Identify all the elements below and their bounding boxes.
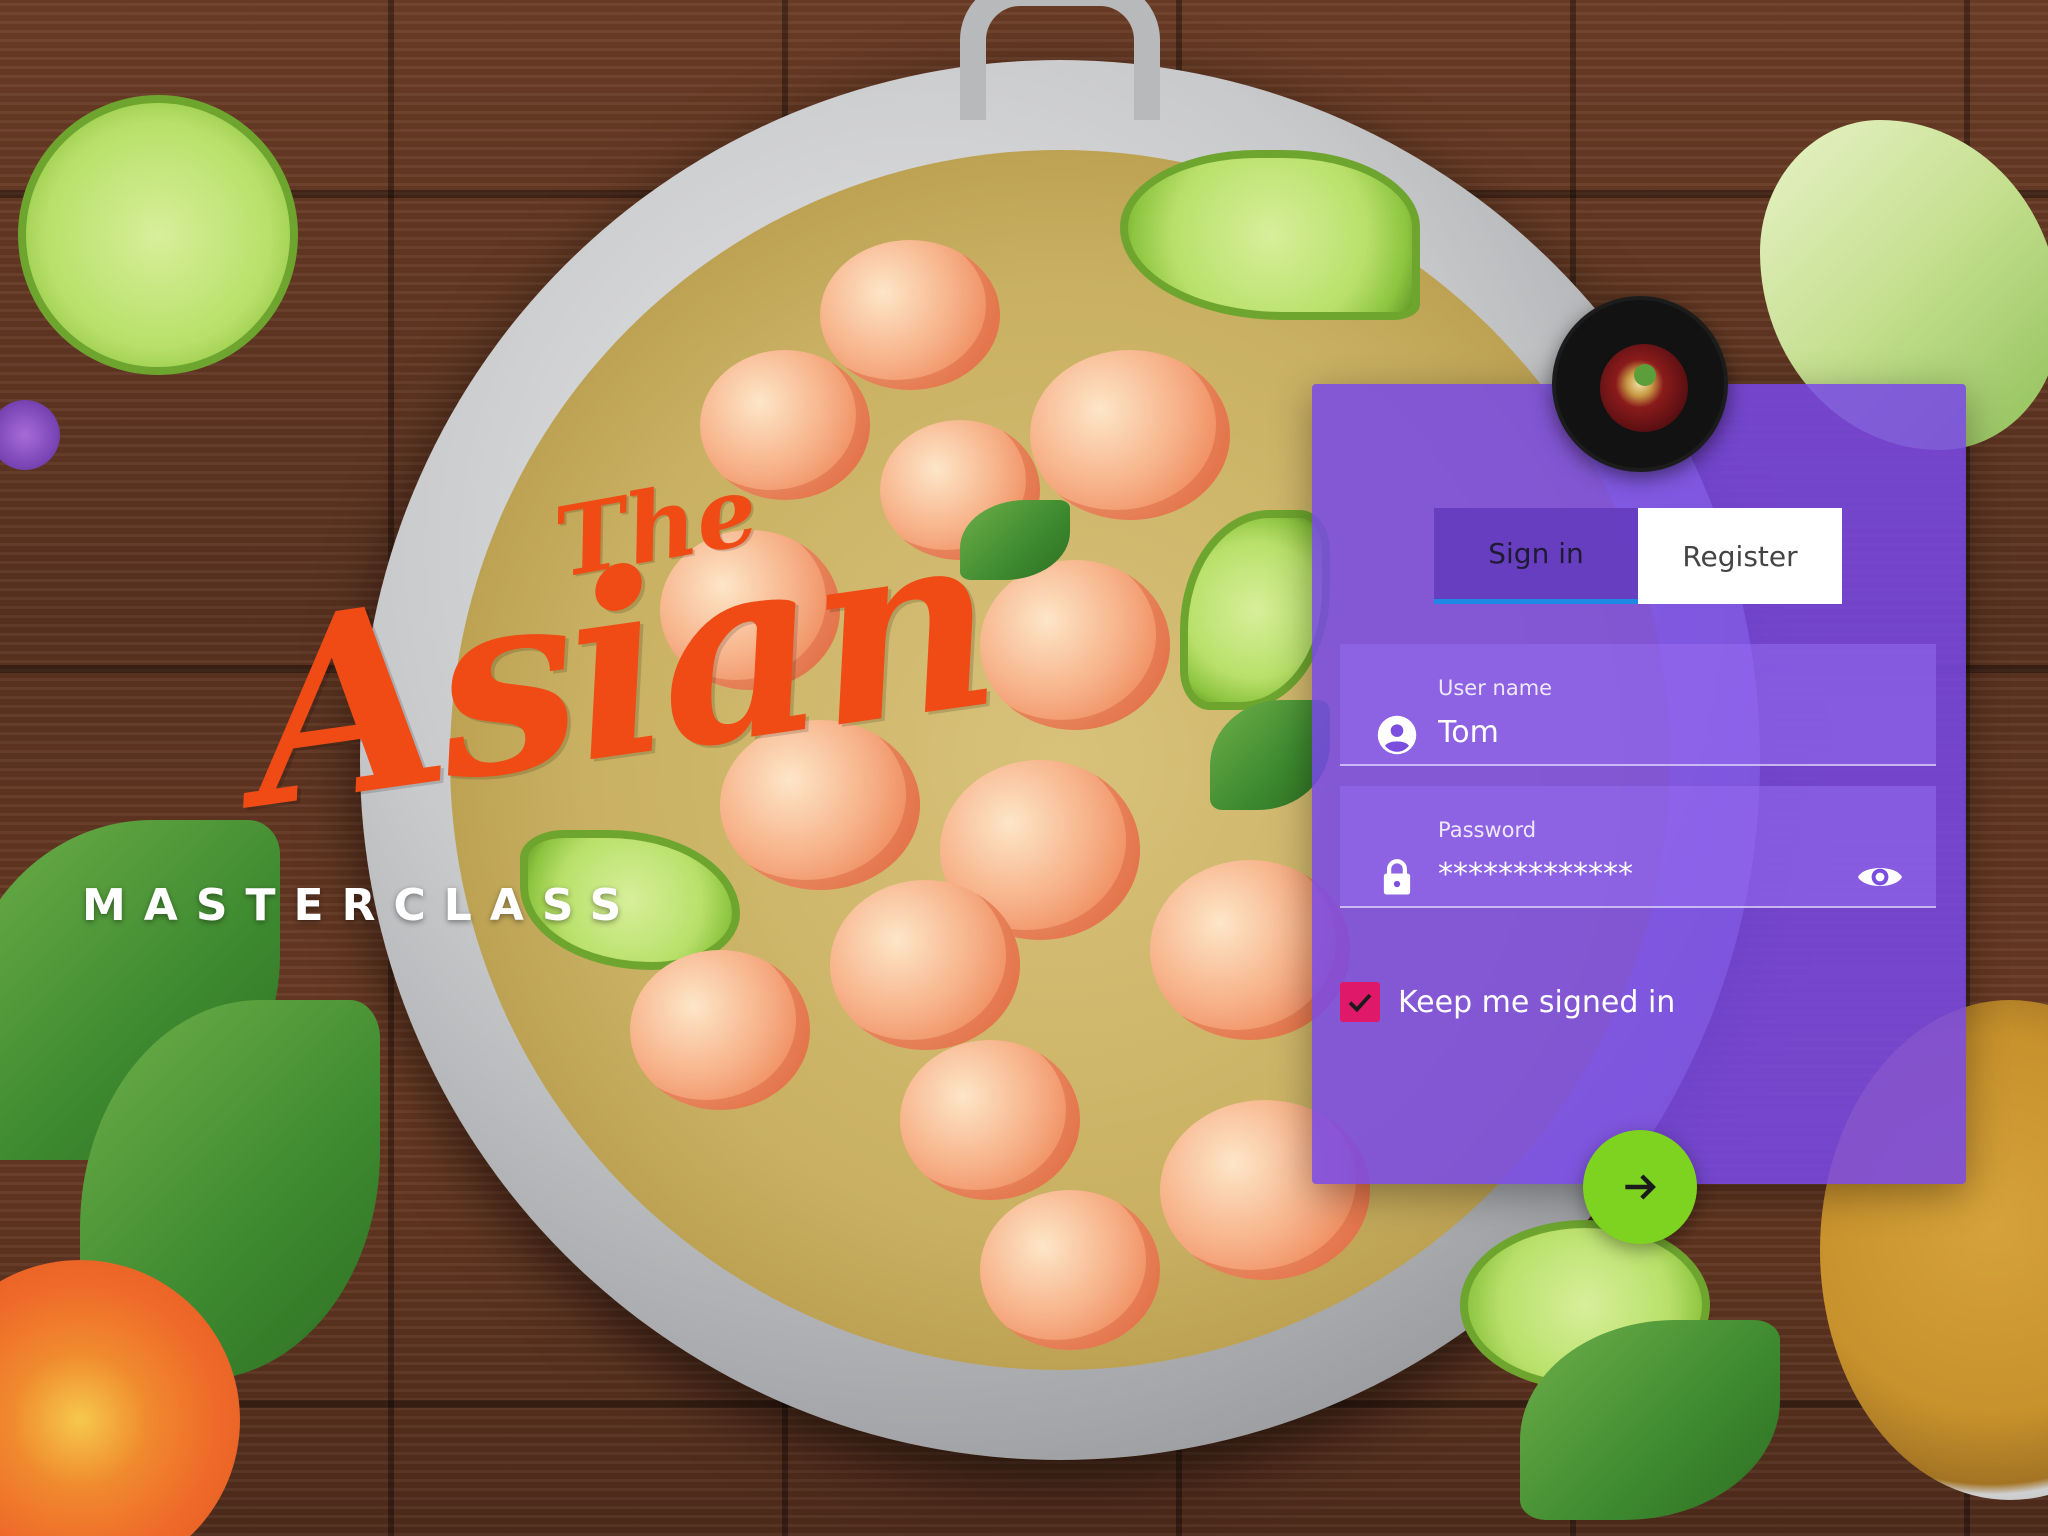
skillet-handle (960, 0, 1160, 120)
brand-masterclass-text: MASTERCLASS (82, 880, 640, 931)
password-label: Password (1438, 818, 1537, 842)
shrimp (1030, 350, 1230, 520)
login-panel (1312, 384, 1966, 1184)
dish-plate-image (1600, 344, 1688, 432)
tab-sign-in[interactable]: Sign in (1434, 508, 1638, 604)
auth-tabs: Sign in Register (1434, 508, 1842, 604)
shrimp (630, 950, 810, 1110)
checkmark-icon (1348, 993, 1372, 1013)
shrimp (830, 880, 1020, 1050)
tab-register[interactable]: Register (1638, 508, 1842, 604)
username-label: User name (1438, 676, 1553, 700)
password-input[interactable] (1438, 856, 1858, 892)
password-field[interactable]: Password (1340, 786, 1936, 908)
dish-avatar (1552, 296, 1728, 472)
keep-signed-in-checkbox[interactable] (1340, 982, 1380, 1022)
lock-icon (1383, 859, 1411, 895)
username-field[interactable]: User name (1340, 644, 1936, 766)
shrimp (900, 1040, 1080, 1200)
keep-signed-in-label: Keep me signed in (1398, 984, 1676, 1020)
dish-garnish (1634, 364, 1656, 386)
keep-signed-in-row: Keep me signed in (1340, 980, 1740, 1024)
shrimp (820, 240, 1000, 390)
lime-half-decoration (18, 95, 298, 375)
arrow-right-icon (1625, 1174, 1656, 1200)
submit-button[interactable] (1583, 1130, 1697, 1244)
shrimp (980, 1190, 1160, 1350)
account-circle-icon (1377, 715, 1417, 755)
username-input[interactable] (1438, 714, 1858, 750)
eye-icon[interactable] (1856, 860, 1904, 894)
